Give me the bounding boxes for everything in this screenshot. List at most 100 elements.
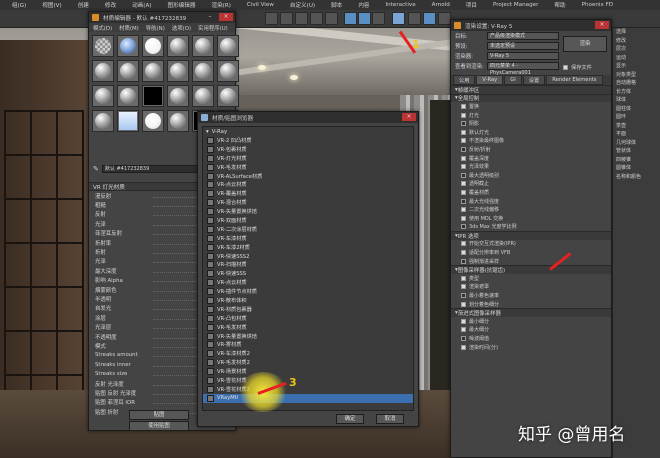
material-slot[interactable] <box>142 60 164 82</box>
material-list-item[interactable]: VR-毛发材质 <box>203 163 413 172</box>
material-browser-titlebar[interactable]: 材质/贴图浏览器 × <box>198 112 418 123</box>
render-setup-dropdown[interactable]: 四元菜单 4 - PhysCamera001 <box>487 62 559 76</box>
material-slot[interactable] <box>117 60 139 82</box>
material-list-item[interactable]: VR-灯光材质 <box>203 154 413 163</box>
rollout-header[interactable]: ▾ IPR 选项 <box>451 231 611 240</box>
command-panel-item[interactable]: 管状体 <box>613 147 660 156</box>
save-file-checkbox[interactable] <box>563 65 568 70</box>
command-panel-item[interactable]: 圆柱体 <box>613 105 660 114</box>
cancel-button[interactable]: 取消 <box>376 414 404 424</box>
rollout-header[interactable]: ▾ 帧缓冲区 <box>451 85 611 94</box>
map-button[interactable]: 贴图 <box>129 410 189 420</box>
category-vray[interactable]: ▾ V-Ray <box>203 127 413 136</box>
material-list-item[interactable]: VR-矢量置换烘焙 <box>203 207 413 216</box>
option-checkbox[interactable] <box>461 344 466 350</box>
toolbar-button[interactable] <box>325 12 338 25</box>
ok-button[interactable]: 确定 <box>336 414 364 424</box>
option-checkbox[interactable] <box>461 103 466 109</box>
material-list-item[interactable]: VR-凸包材质 <box>203 314 413 323</box>
menu-item[interactable]: Phoenix FD <box>574 2 622 8</box>
material-slot[interactable] <box>192 60 214 82</box>
option-checkbox[interactable] <box>461 336 466 342</box>
rendered-frame-window-button[interactable] <box>423 12 436 25</box>
render-setup-button[interactable] <box>408 12 421 25</box>
material-list-item[interactable]: VR-材质包裹器 <box>203 305 413 314</box>
material-slot[interactable] <box>167 60 189 82</box>
command-panel-item[interactable]: 选择 <box>613 28 660 37</box>
option-checkbox[interactable] <box>461 284 466 290</box>
material-list-item[interactable]: VR-混合材质 <box>203 198 413 207</box>
command-panel-item[interactable]: 圆环 <box>613 113 660 122</box>
material-editor-titlebar[interactable]: 材质编辑器 - 默认 #417232839 – × <box>89 12 235 23</box>
material-list-item[interactable]: VR-点云材质 <box>203 180 413 189</box>
option-checkbox[interactable] <box>461 241 466 247</box>
material-slot[interactable] <box>92 60 114 82</box>
option-checkbox[interactable] <box>461 293 466 299</box>
render-tab[interactable]: V-Ray <box>476 75 504 85</box>
option-checkbox[interactable] <box>461 146 466 152</box>
material-slot[interactable] <box>92 85 114 107</box>
menu-item[interactable]: Civil View <box>239 2 282 8</box>
material-slot[interactable] <box>117 85 139 107</box>
option-checkbox[interactable] <box>461 327 466 333</box>
menu-item[interactable]: 图形编辑器 <box>159 1 203 9</box>
menu-item[interactable]: 脚本 <box>323 1 350 9</box>
menu-item[interactable]: 渲染(R) <box>203 1 238 9</box>
material-slot[interactable] <box>117 110 139 132</box>
schematic-view-button[interactable] <box>358 12 371 25</box>
render-tab[interactable]: 设置 <box>522 75 546 85</box>
command-panel-item[interactable]: 长方体 <box>613 88 660 97</box>
render-setup-dropdown[interactable]: 产品级渲染模式 <box>487 32 559 40</box>
material-slot[interactable] <box>142 110 164 132</box>
menu-item[interactable]: 修改 <box>97 1 124 9</box>
material-list-item[interactable]: VR-雾材质 <box>203 340 413 349</box>
menu-item[interactable]: 视图(V) <box>34 1 69 9</box>
command-panel-item[interactable]: 自动栅格 <box>613 79 660 88</box>
render-tab[interactable]: Render Elements <box>546 75 603 85</box>
material-editor-button[interactable] <box>392 12 405 25</box>
material-list-item[interactable]: VR-毛发材质2 <box>203 358 413 367</box>
render-setup-dropdown[interactable]: V-Ray 5 <box>487 52 559 60</box>
render-button[interactable]: 渲染 <box>563 36 607 52</box>
close-icon[interactable]: × <box>595 21 609 29</box>
menu-item[interactable]: 内容 <box>350 1 377 9</box>
render-setup-dropdown[interactable]: 未选定预设 <box>487 42 559 50</box>
close-icon[interactable]: × <box>402 113 416 121</box>
command-panel-item[interactable]: 圆锥体 <box>613 164 660 173</box>
material-slot[interactable] <box>117 35 139 57</box>
menu-item[interactable]: Project Manager <box>485 2 546 8</box>
option-checkbox[interactable] <box>461 318 466 324</box>
option-checkbox[interactable] <box>461 138 466 144</box>
command-panel-item[interactable]: 对象类型 <box>613 71 660 80</box>
option-checkbox[interactable] <box>461 275 466 281</box>
material-slot[interactable] <box>217 60 239 82</box>
command-panel-item[interactable]: 名称和颜色 <box>613 173 660 182</box>
material-list-item[interactable]: VR-车漆材质2 <box>203 349 413 358</box>
material-list-item[interactable]: VR-车漆材质 <box>203 234 413 243</box>
rollout-header[interactable]: ▾ 图像采样器(抗锯齿) <box>451 265 611 274</box>
rollout-header[interactable]: ▾ 全局控制 <box>451 93 611 102</box>
material-list-item[interactable]: VR-矢量置换烘焙 <box>203 332 413 341</box>
option-checkbox[interactable] <box>461 121 466 127</box>
command-panel-item[interactable]: 运动 <box>613 54 660 63</box>
option-checkbox[interactable] <box>461 207 466 213</box>
use-map-button[interactable]: 使用贴图 <box>129 421 189 431</box>
material-list-item[interactable]: VR-双面材质 <box>203 216 413 225</box>
command-panel-item[interactable]: 层次 <box>613 45 660 54</box>
toolbar-button[interactable] <box>280 12 293 25</box>
material-slot[interactable] <box>167 110 189 132</box>
menu-item[interactable]: 项目 <box>458 1 485 9</box>
material-list-item[interactable]: VR-ALSurface材质 <box>203 172 413 181</box>
render-tab[interactable]: GI <box>504 75 522 85</box>
command-panel-item[interactable]: 球体 <box>613 96 660 105</box>
material-list-item[interactable]: VR-散布体积 <box>203 296 413 305</box>
option-checkbox[interactable] <box>461 155 466 161</box>
menu-item[interactable]: 创建 <box>70 1 97 9</box>
option-checkbox[interactable] <box>461 250 466 256</box>
option-checkbox[interactable] <box>461 129 466 135</box>
option-checkbox[interactable] <box>461 258 466 264</box>
material-list-item[interactable]: VR-覆盖材质 <box>203 189 413 198</box>
material-slot[interactable] <box>167 85 189 107</box>
material-list-item[interactable]: VR-快速SSS2 <box>203 252 413 261</box>
material-list-item[interactable]: VR-场景材质 <box>203 367 413 376</box>
